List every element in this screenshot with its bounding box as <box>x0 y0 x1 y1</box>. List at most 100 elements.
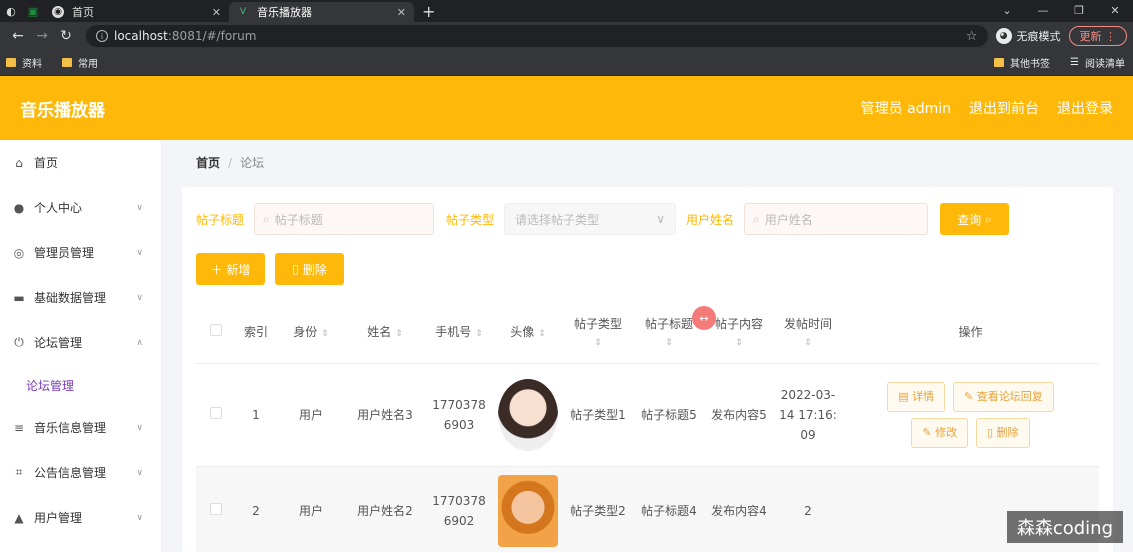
select-all-checkbox[interactable] <box>210 324 222 337</box>
sort-icon[interactable]: ⇕ <box>774 338 842 348</box>
view-replies-button[interactable]: ✎ 查看论坛回复 <box>953 381 1054 412</box>
close-window-icon[interactable]: ✕ <box>1097 0 1133 20</box>
breadcrumb-home[interactable]: 首页 <box>196 154 220 171</box>
sort-icon[interactable]: ⇕ <box>475 329 483 339</box>
sidebar-item-home[interactable]: ⌂ 首页 <box>0 140 161 185</box>
table-row[interactable]: 1 用户 用户姓名3 17703786903 帖子类型1 帖子标题5 发布内容5… <box>196 363 1099 467</box>
row-checkbox-cell[interactable] <box>196 363 236 467</box>
sidebar-item-basic-data[interactable]: ▬ 基础数据管理 ∨ <box>0 275 161 320</box>
back-icon[interactable]: ← <box>6 28 30 44</box>
close-icon[interactable]: ✕ <box>397 6 406 19</box>
delete-button[interactable]: ▯ 删除 <box>275 253 344 285</box>
sort-icon[interactable]: ⇕ <box>562 338 634 348</box>
power-icon: ⏻ <box>14 335 24 349</box>
table-row[interactable]: 2 用户 用户姓名2 17703786902 帖子类型2 帖子标题4 发布内容4… <box>196 466 1099 552</box>
sheets-icon[interactable]: ▣ <box>22 0 44 22</box>
app-layout: ⌂ 首页 ● 个人中心 ∨ ◎ 管理员管理 ∨ ▬ 基础数据管理 ∨ ⏻ 论坛管… <box>0 140 1133 552</box>
url-input[interactable]: i localhost:8081/#/forum ☆ <box>86 25 988 47</box>
cell-index: 1 <box>236 363 276 467</box>
sidebar-item-music[interactable]: ≡ 音乐信息管理 ∨ <box>0 405 161 450</box>
post-title-input[interactable]: ⌕ 帖子标题 <box>254 203 435 235</box>
bookmark-folder[interactable]: 常用 <box>62 55 98 70</box>
header-phone[interactable]: 手机号 ⇕ <box>424 301 494 364</box>
post-title-placeholder: 帖子标题 <box>274 212 323 227</box>
row-checkbox[interactable] <box>210 406 222 419</box>
row-checkbox[interactable] <box>210 503 222 515</box>
exit-to-frontend-link[interactable]: 退出到前台 <box>969 98 1039 118</box>
row-checkbox-cell[interactable] <box>196 466 236 552</box>
header-name[interactable]: 姓名 ⇕ <box>346 301 424 364</box>
forward-icon[interactable]: → <box>30 28 54 44</box>
incognito-indicator[interactable]: ◕ 无痕模式 <box>995 28 1061 44</box>
query-button[interactable]: 查询 ⌕ <box>940 203 1010 235</box>
cell-post-time: 2022-03-14 17:16:09 <box>774 363 842 467</box>
sidebar-item-forum[interactable]: ⏻ 论坛管理 ∧ <box>0 320 161 365</box>
edit-button[interactable]: ✎ 修改 <box>911 417 969 448</box>
reload-icon[interactable]: ↻ <box>54 28 78 44</box>
vue-icon: V <box>239 7 247 17</box>
sort-icon[interactable]: ⇕ <box>634 338 704 348</box>
cell-post-type: 帖子类型2 <box>562 466 634 552</box>
restore-icon[interactable]: ❐ <box>1061 0 1097 20</box>
user-name-input[interactable]: ⌕ 用户姓名 <box>744 203 929 235</box>
close-icon[interactable]: ✕ <box>212 6 221 19</box>
chevron-down-icon: ∨ <box>136 292 143 303</box>
update-button[interactable]: 更新 ⋮ <box>1068 26 1127 46</box>
reading-list-icon: ☰ <box>1070 57 1079 68</box>
header-post-content[interactable]: 帖子内容 ⇕ <box>704 301 774 364</box>
header-role[interactable]: 身份 ⇕ <box>276 301 346 364</box>
header-post-time[interactable]: 发帖时间 ⇕ <box>774 301 842 364</box>
column-resize-cursor-icon: ↔ <box>692 306 716 330</box>
sidebar-item-notice[interactable]: ⌗ 公告信息管理 ∨ <box>0 450 161 495</box>
edit-icon: ✎ <box>922 425 932 439</box>
post-type-placeholder: 请选择帖子类型 <box>515 212 600 227</box>
header-actions: 操作 <box>842 301 1099 364</box>
chevron-down-icon[interactable]: ⌄ <box>989 0 1025 20</box>
doc-icon: ▤ <box>898 389 909 403</box>
logout-link[interactable]: 退出登录 <box>1057 98 1113 118</box>
post-type-select[interactable]: 请选择帖子类型 ∨ <box>504 203 677 235</box>
add-label: 新增 <box>226 262 251 277</box>
chevron-down-icon: ∨ <box>136 202 143 213</box>
sort-icon[interactable]: ⇕ <box>704 338 774 348</box>
header-label: 操作 <box>958 325 983 340</box>
other-bookmarks[interactable]: 其他书签 <box>994 55 1050 70</box>
tab-label: 首页 <box>72 6 94 19</box>
chevron-down-icon: ∨ <box>656 212 666 226</box>
info-icon[interactable]: i <box>96 30 108 42</box>
cell-post-title: 帖子标题5 <box>634 363 704 467</box>
bookmark-folder[interactable]: 资料 <box>6 55 42 70</box>
add-button[interactable]: ＋ 新增 <box>196 253 265 285</box>
cell-phone: 17703786902 <box>424 466 494 552</box>
header-avatar[interactable]: 头像 ⇕ <box>494 301 562 364</box>
minimize-icon[interactable]: — <box>1025 0 1061 20</box>
star-icon[interactable]: ☆ <box>966 29 978 44</box>
tab-music-player[interactable]: V 音乐播放器 ✕ <box>229 2 414 22</box>
sidebar-item-users[interactable]: ▲ 用户管理 ∨ <box>0 495 161 540</box>
sidebar-item-label: 管理员管理 <box>34 246 95 260</box>
url-path: :8081/#/forum <box>167 29 257 43</box>
update-label: 更新 <box>1079 30 1102 43</box>
browser-menu-icon[interactable]: ◐ <box>0 0 22 22</box>
sort-icon[interactable]: ⇕ <box>321 329 329 339</box>
header-post-type[interactable]: 帖子类型 ⇕ <box>562 301 634 364</box>
sort-icon[interactable]: ⇕ <box>538 329 546 339</box>
sidebar-item-label: 公告信息管理 <box>34 466 107 480</box>
sidebar-item-admin[interactable]: ◎ 管理员管理 ∨ <box>0 230 161 275</box>
sidebar-item-personal-center[interactable]: ● 个人中心 ∨ <box>0 185 161 230</box>
cell-index: 2 <box>236 466 276 552</box>
sort-icon[interactable]: ⇕ <box>395 329 403 339</box>
sidebar-subitem-forum[interactable]: 论坛管理 <box>0 365 161 405</box>
row-delete-button[interactable]: ▯ 删除 <box>975 417 1030 448</box>
sidebar-item-label: 基础数据管理 <box>34 291 107 305</box>
app-header: 音乐播放器 管理员 admin 退出到前台 退出登录 <box>0 76 1133 140</box>
new-tab-button[interactable]: + <box>414 2 443 22</box>
tab-home[interactable]: ◉ 首页 ✕ <box>44 2 229 22</box>
select-all-header[interactable] <box>196 301 236 364</box>
detail-button[interactable]: ▤ 详情 <box>887 381 946 412</box>
cell-name: 用户姓名3 <box>346 363 424 467</box>
row-delete-label: 删除 <box>996 425 1019 439</box>
header-label: 帖子类型 <box>573 317 622 332</box>
bookmarks-bar: 资料 常用 其他书签 ☰ 阅读清单 <box>0 50 1133 76</box>
reading-list[interactable]: ☰ 阅读清单 <box>1070 55 1125 70</box>
